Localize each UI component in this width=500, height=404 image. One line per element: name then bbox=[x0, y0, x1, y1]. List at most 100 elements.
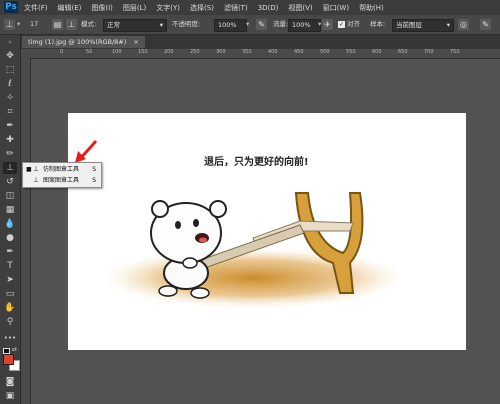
menu-items: 文件(F) 编辑(E) 图像(I) 图层(L) 文字(Y) 选择(S) 滤镜(T… bbox=[24, 0, 384, 15]
dodge-tool-icon[interactable]: ● bbox=[3, 232, 17, 244]
mode-label: 模式: bbox=[81, 20, 97, 28]
ruler-mark: 300 bbox=[216, 49, 226, 55]
flow-dropdown-arrow[interactable]: ▾ bbox=[318, 19, 321, 30]
gradient-tool-icon[interactable]: ▦ bbox=[3, 204, 17, 216]
menu-help[interactable]: 帮助(H) bbox=[359, 3, 384, 13]
ruler-mark: 0 bbox=[60, 49, 64, 55]
menu-file[interactable]: 文件(F) bbox=[24, 3, 48, 13]
menu-view[interactable]: 视图(V) bbox=[288, 3, 312, 13]
aligned-checkbox[interactable]: ✓ bbox=[338, 20, 345, 28]
swap-colors-icon[interactable]: ⇄ bbox=[12, 346, 17, 353]
ground-shadow bbox=[103, 248, 403, 308]
marquee-tool-icon[interactable]: ⬚ bbox=[3, 64, 17, 76]
sample-value: 当前图层 bbox=[396, 21, 422, 29]
pattern-stamp-icon: ⊥ bbox=[33, 176, 40, 184]
screen-mode-icon[interactable]: ▣ bbox=[3, 390, 17, 402]
photoshop-logo: Ps bbox=[4, 1, 18, 13]
menu-edit[interactable]: 编辑(E) bbox=[58, 3, 82, 13]
options-bar: ⊥ ▾ 17 ▤ ⊥ 模式: 正常 ▾ 不透明度: 100% ▾ ✎ 流量: 10… bbox=[0, 15, 500, 35]
sample-label: 样本: bbox=[370, 20, 386, 28]
brush-size-value[interactable]: 17 bbox=[30, 19, 38, 30]
mode-dropdown[interactable]: 正常 ▾ bbox=[103, 19, 167, 32]
horizontal-ruler[interactable]: 0 50 100 150 200 250 300 350 400 450 500… bbox=[21, 49, 500, 59]
rectangle-tool-icon[interactable]: ▭ bbox=[3, 288, 17, 300]
stamp-tool-preset-icon[interactable]: ⊥ bbox=[4, 19, 15, 30]
panel-collapse-icon[interactable]: » bbox=[3, 37, 17, 49]
crop-tool-icon[interactable]: ⌗ bbox=[3, 106, 17, 118]
eyedropper-tool-icon[interactable]: ✒ bbox=[3, 120, 17, 132]
menu-type[interactable]: 文字(Y) bbox=[156, 3, 180, 13]
ruler-mark: 100 bbox=[112, 49, 122, 55]
flyout-item-label: 仿制图章工具 bbox=[43, 166, 80, 173]
opacity-dropdown-arrow[interactable]: ▾ bbox=[246, 19, 249, 30]
ruler-mark: 250 bbox=[190, 49, 200, 55]
ruler-mark: 450 bbox=[294, 49, 304, 55]
ruler-mark: 650 bbox=[398, 49, 408, 55]
document-tab[interactable]: timg (1).jpg @ 100%(RGB/8#) × bbox=[22, 36, 145, 48]
ruler-mark: 400 bbox=[268, 49, 278, 55]
preset-dropdown-arrow[interactable]: ▾ bbox=[17, 19, 20, 30]
menu-window[interactable]: 窗口(W) bbox=[323, 3, 349, 13]
vertical-ruler[interactable] bbox=[21, 58, 31, 404]
stamp-tool-flyout-menu: ■ ⊥ 仿制图章工具 S ⊥ 图案图章工具 S bbox=[22, 162, 102, 188]
ruler-mark: 550 bbox=[346, 49, 356, 55]
menu-layer[interactable]: 图层(L) bbox=[123, 3, 146, 13]
lasso-tool-icon[interactable]: ℓ bbox=[3, 78, 17, 90]
ignore-adjustment-layers-icon[interactable]: ◎ bbox=[458, 19, 469, 30]
brush-tool-icon[interactable]: ✏ bbox=[3, 148, 17, 160]
aligned-label: 对齐 bbox=[347, 20, 360, 28]
cartoon-illustration bbox=[103, 192, 403, 308]
clone-source-panel-icon[interactable]: ⊥ bbox=[66, 19, 77, 30]
pressure-size-icon[interactable]: ✎ bbox=[480, 19, 491, 30]
airbrush-icon[interactable]: ✈ bbox=[322, 19, 333, 30]
zoom-tool-icon[interactable]: ⚲ bbox=[3, 316, 17, 328]
eraser-tool-icon[interactable]: ◫ bbox=[3, 190, 17, 202]
opacity-label: 不透明度: bbox=[172, 20, 201, 28]
move-tool-icon[interactable]: ✥ bbox=[3, 50, 17, 62]
document-tab-title: timg (1).jpg @ 100%(RGB/8#) bbox=[28, 38, 127, 46]
ruler-mark: 700 bbox=[424, 49, 434, 55]
history-brush-tool-icon[interactable]: ↺ bbox=[3, 176, 17, 188]
hand-tool-icon[interactable]: ✋ bbox=[3, 302, 17, 314]
quick-select-tool-icon[interactable]: ✧ bbox=[3, 92, 17, 104]
brush-panel-icon[interactable]: ▤ bbox=[52, 19, 63, 30]
flow-label: 流量: bbox=[273, 20, 289, 28]
ruler-mark: 600 bbox=[372, 49, 382, 55]
opacity-field[interactable]: 100% bbox=[214, 19, 247, 32]
flyout-item-label: 图案图章工具 bbox=[43, 177, 80, 184]
tools-panel: » ✥ ⬚ ℓ ✧ ⌗ ✒ ✚ ✏ ⊥ ↺ ◫ ▦ 💧 ● ✒ T ➤ ▭ ✋ … bbox=[0, 35, 21, 404]
flow-field[interactable]: 100% bbox=[288, 19, 321, 32]
healing-brush-tool-icon[interactable]: ✚ bbox=[3, 134, 17, 146]
menu-image[interactable]: 图像(I) bbox=[91, 3, 113, 13]
menu-select[interactable]: 选择(S) bbox=[190, 3, 214, 13]
pen-tool-icon[interactable]: ✒ bbox=[3, 246, 17, 258]
flyout-item-shortcut: S bbox=[92, 177, 96, 184]
blur-tool-icon[interactable]: 💧 bbox=[3, 218, 17, 230]
clone-stamp-tool-icon[interactable]: ⊥ bbox=[3, 162, 17, 174]
close-icon[interactable]: × bbox=[133, 38, 138, 46]
more-tools-icon[interactable]: ••• bbox=[3, 332, 17, 344]
chevron-down-icon: ▾ bbox=[446, 21, 450, 29]
ruler-mark: 50 bbox=[86, 49, 93, 55]
flyout-item-clone-stamp[interactable]: ■ ⊥ 仿制图章工具 S bbox=[23, 164, 101, 175]
sample-dropdown[interactable]: 当前图层 ▾ bbox=[392, 19, 454, 32]
ruler-mark: 200 bbox=[164, 49, 174, 55]
menu-3d[interactable]: 3D(D) bbox=[258, 4, 279, 12]
ruler-mark: 150 bbox=[138, 49, 148, 55]
menu-filter[interactable]: 滤镜(T) bbox=[224, 3, 248, 13]
foreground-color-swatch[interactable] bbox=[3, 354, 14, 365]
active-bullet-icon: ■ bbox=[26, 166, 32, 173]
flyout-item-pattern-stamp[interactable]: ⊥ 图案图章工具 S bbox=[23, 175, 101, 186]
clone-stamp-icon: ⊥ bbox=[33, 165, 40, 173]
chevron-down-icon: ▾ bbox=[159, 21, 163, 29]
document-canvas[interactable]: 退后，只为更好的向前! bbox=[68, 113, 466, 350]
mode-value: 正常 bbox=[107, 21, 120, 29]
quick-mask-icon[interactable]: ◙ bbox=[3, 376, 17, 388]
aligned-option[interactable]: ✓ 对齐 bbox=[338, 19, 360, 30]
ruler-mark: 350 bbox=[242, 49, 252, 55]
ruler-mark: 750 bbox=[450, 49, 460, 55]
pressure-opacity-icon[interactable]: ✎ bbox=[256, 19, 267, 30]
ruler-mark: 500 bbox=[320, 49, 330, 55]
type-tool-icon[interactable]: T bbox=[3, 260, 17, 272]
path-selection-tool-icon[interactable]: ➤ bbox=[3, 274, 17, 286]
